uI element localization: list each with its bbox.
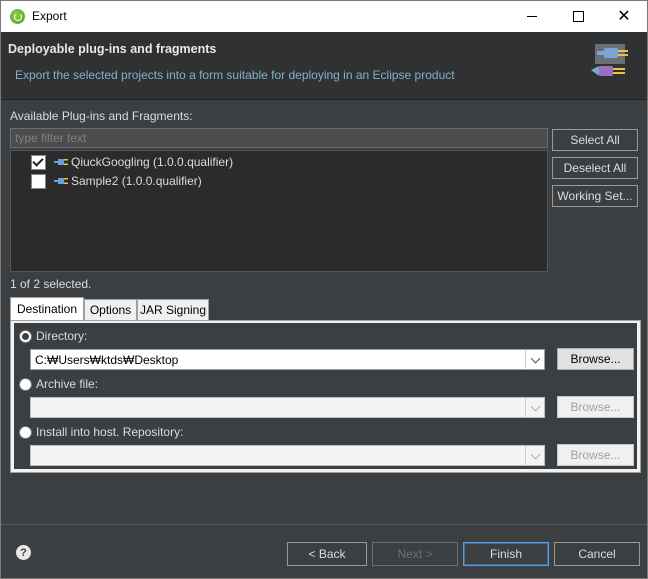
destination-panel: Directory: C:₩Users₩ktds₩Desktop Browse.… (10, 320, 641, 473)
cancel-button[interactable]: Cancel (554, 542, 640, 566)
wizard-banner: Deployable plug-ins and fragments Export… (1, 32, 647, 100)
install-radio[interactable] (19, 425, 32, 439)
window-title: Export (32, 9, 67, 23)
archive-label: Archive file: (36, 377, 99, 391)
directory-radio[interactable] (19, 329, 32, 343)
deselect-all-button[interactable]: Deselect All (552, 157, 638, 179)
archive-combo[interactable] (30, 397, 545, 418)
tab-options[interactable]: Options (84, 299, 137, 320)
plugin-tree[interactable]: QiuckGoogling (1.0.0.qualifier) Sample2 … (10, 150, 548, 272)
back-button[interactable]: < Back (287, 542, 367, 566)
close-button[interactable]: ✕ (601, 1, 647, 32)
tab-jar-signing[interactable]: JAR Signing (137, 299, 209, 320)
archive-browse-button[interactable]: Browse... (557, 396, 634, 418)
chevron-down-icon[interactable] (525, 446, 544, 465)
next-button[interactable]: Next > (372, 542, 458, 566)
destination-panel-body: Directory: C:₩Users₩ktds₩Desktop Browse.… (14, 323, 637, 469)
finish-button[interactable]: Finish (463, 542, 549, 566)
selection-status: 1 of 2 selected. (10, 277, 92, 291)
minimize-icon (527, 16, 537, 17)
checkbox-unchecked[interactable] (31, 173, 46, 189)
available-plugins-label: Available Plug-ins and Fragments: (10, 109, 193, 123)
directory-value[interactable]: C:₩Users₩ktds₩Desktop (31, 353, 525, 367)
list-item[interactable]: QiuckGoogling (1.0.0.qualifier) (31, 153, 233, 171)
directory-combo[interactable]: C:₩Users₩ktds₩Desktop (30, 349, 545, 370)
directory-browse-button[interactable]: Browse... (557, 348, 634, 370)
install-option[interactable]: Install into host. Repository: (19, 425, 183, 439)
plugin-export-wizard-icon (591, 44, 628, 76)
wizard-description: Export the selected projects into a form… (15, 68, 455, 82)
plugin-label: Sample2 (1.0.0.qualifier) (71, 174, 202, 188)
title-bar: Export ✕ (1, 1, 647, 32)
plugin-label: QiuckGoogling (1.0.0.qualifier) (71, 155, 234, 169)
install-combo[interactable] (30, 445, 545, 466)
plugin-icon (54, 159, 68, 165)
archive-radio[interactable] (19, 377, 32, 391)
directory-option[interactable]: Directory: (19, 329, 87, 343)
checkbox-checked[interactable] (31, 154, 46, 170)
plugin-icon (54, 178, 68, 184)
filter-field[interactable] (10, 128, 548, 148)
close-icon: ✕ (617, 7, 631, 25)
help-icon[interactable]: ? (16, 545, 31, 560)
wizard-heading: Deployable plug-ins and fragments (8, 42, 217, 56)
select-all-button[interactable]: Select All (552, 129, 638, 151)
install-label: Install into host. Repository: (36, 425, 184, 439)
footer-divider (1, 524, 647, 525)
maximize-icon (572, 11, 584, 22)
working-set-button[interactable]: Working Set... (552, 185, 638, 207)
install-browse-button[interactable]: Browse... (557, 444, 634, 466)
maximize-button[interactable] (555, 1, 601, 32)
filter-input[interactable] (11, 129, 547, 147)
tab-destination[interactable]: Destination (10, 297, 84, 320)
minimize-button[interactable] (509, 1, 555, 32)
chevron-down-icon[interactable] (525, 350, 544, 369)
archive-option[interactable]: Archive file: (19, 377, 98, 391)
list-item[interactable]: Sample2 (1.0.0.qualifier) (31, 172, 202, 190)
directory-label: Directory: (36, 329, 88, 343)
chevron-down-icon[interactable] (525, 398, 544, 417)
eclipse-spring-icon (10, 9, 25, 24)
export-dialog: Export ✕ Deployable plug-ins and fragmen… (0, 0, 648, 579)
